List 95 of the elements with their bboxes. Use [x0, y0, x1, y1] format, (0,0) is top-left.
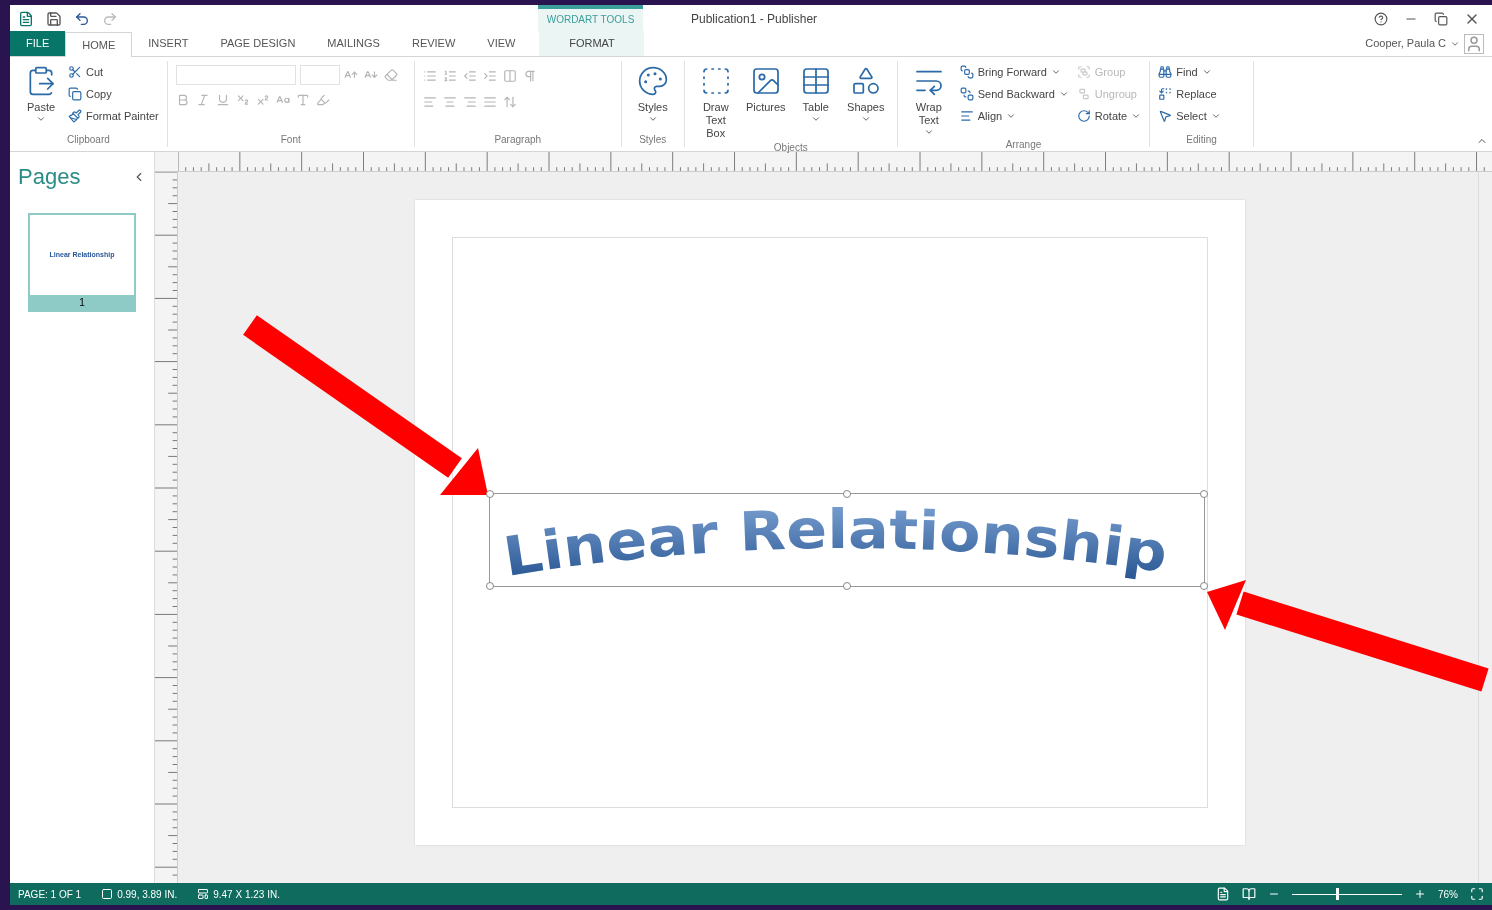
- ribbon-tab[interactable]: FILE: [10, 31, 66, 56]
- group-label: Paragraph: [493, 133, 543, 147]
- restore-icon[interactable]: [1434, 11, 1448, 26]
- ribbon-button[interactable]: Copy: [68, 83, 159, 105]
- ribbon-button[interactable]: Paste: [18, 61, 64, 127]
- slider-thumb[interactable]: [1336, 888, 1339, 900]
- pilcrow-icon[interactable]: [522, 69, 537, 83]
- group-label: Objects: [772, 141, 809, 155]
- italic-icon[interactable]: [195, 93, 210, 107]
- rotate-icon: [1076, 109, 1091, 123]
- ungroup-icon: [1076, 87, 1091, 101]
- align-icon: [959, 109, 974, 123]
- align-right-icon[interactable]: [462, 95, 477, 109]
- scissors-icon: [68, 65, 82, 79]
- undo-icon[interactable]: [74, 10, 90, 27]
- ribbon-tab[interactable]: VIEW: [471, 31, 532, 56]
- group-label: Clipboard: [65, 133, 111, 147]
- page-number: 1: [30, 295, 134, 310]
- font-size-field[interactable]: [299, 65, 340, 85]
- subscript-icon[interactable]: [235, 93, 250, 107]
- avatar-icon[interactable]: [1464, 33, 1484, 54]
- position-readout: 0.99, 3.89 IN.: [117, 887, 178, 902]
- resize-handle[interactable]: [486, 582, 494, 590]
- size-readout: 9.47 X 1.23 IN.: [213, 887, 280, 902]
- ribbon-button[interactable]: Rotate: [1076, 105, 1142, 127]
- page-indicator: PAGE: 1 OF 1: [18, 887, 82, 902]
- ribbon-tab[interactable]: REVIEW: [395, 31, 472, 56]
- ribbon-button[interactable]: Cut: [68, 61, 159, 83]
- contextual-tab-group-label: WORDART TOOLS: [538, 5, 643, 32]
- ribbon-button[interactable]: Send Backward: [959, 83, 1069, 105]
- ribbon-button[interactable]: Find: [1158, 61, 1221, 83]
- save-icon[interactable]: [46, 10, 62, 27]
- ribbon-button[interactable]: Pictures: [742, 61, 789, 140]
- font-name-field[interactable]: [175, 65, 296, 85]
- ribbon-button[interactable]: Select: [1158, 105, 1221, 127]
- replace-icon: [1158, 87, 1173, 101]
- superscript-icon[interactable]: [255, 93, 270, 107]
- palette-icon: [636, 65, 669, 97]
- bullets-icon[interactable]: [422, 69, 437, 83]
- ribbon-tab[interactable]: MAILINGS: [311, 31, 396, 56]
- character-spacing-icon[interactable]: [295, 93, 310, 107]
- align-center-icon[interactable]: [442, 95, 457, 109]
- pointer-icon: [1158, 109, 1173, 123]
- ribbon-tab[interactable]: FORMAT: [539, 31, 645, 56]
- send-backward-icon: [959, 87, 974, 101]
- line-spacing-icon[interactable]: [502, 95, 517, 109]
- binoculars-icon: [1158, 65, 1173, 79]
- group-label: Arrange: [1004, 138, 1043, 152]
- paintbrush-icon: [68, 109, 82, 123]
- font-color-icon[interactable]: [315, 93, 330, 107]
- ribbon-button[interactable]: Table: [792, 61, 839, 140]
- group-label: Editing: [1185, 133, 1218, 147]
- ribbon-button[interactable]: Replace: [1158, 83, 1221, 105]
- ribbon-tab[interactable]: PAGE DESIGN: [204, 31, 312, 56]
- panel-title: Pages: [18, 163, 81, 191]
- resize-handle[interactable]: [843, 490, 851, 498]
- vertical-scrollbar[interactable]: [1478, 172, 1492, 883]
- app-icon[interactable]: [18, 10, 34, 27]
- bring-forward-icon: [959, 65, 974, 79]
- single-page-view-icon[interactable]: [1216, 887, 1230, 901]
- resize-handle[interactable]: [843, 582, 851, 590]
- position-icon: [101, 888, 114, 900]
- ribbon-button[interactable]: Styles: [629, 61, 676, 124]
- columns-icon[interactable]: [502, 69, 517, 83]
- zoom-level: 76%: [1438, 887, 1458, 902]
- ribbon-button[interactable]: Wrap Text: [905, 61, 952, 137]
- outdent-icon[interactable]: [462, 69, 477, 83]
- underline-icon[interactable]: [215, 93, 230, 107]
- two-page-view-icon[interactable]: [1242, 887, 1256, 901]
- resize-handle[interactable]: [1200, 582, 1208, 590]
- align-left-icon[interactable]: [422, 95, 437, 109]
- group-label: Styles: [638, 133, 668, 147]
- ribbon-tab[interactable]: INSERT: [132, 31, 205, 56]
- group-icon: [1076, 65, 1091, 79]
- ribbon-button[interactable]: Shapes: [842, 61, 889, 140]
- window-title: Publication1 - Publisher: [691, 10, 818, 28]
- group-label: Font: [279, 133, 302, 147]
- redo-icon[interactable]: [102, 10, 118, 27]
- size-icon: [197, 888, 210, 900]
- ribbon-tab[interactable]: HOME: [65, 32, 133, 57]
- user-name[interactable]: Cooper, Paula C: [1365, 35, 1446, 52]
- zoom-in-icon[interactable]: [1414, 888, 1426, 900]
- indent-icon[interactable]: [482, 69, 497, 83]
- justify-icon[interactable]: [482, 95, 497, 109]
- ribbon-button[interactable]: Align: [959, 105, 1069, 127]
- zoom-slider[interactable]: [1292, 888, 1402, 900]
- clear-format-icon[interactable]: [383, 68, 398, 82]
- resize-handle[interactable]: [1200, 490, 1208, 498]
- ribbon-button[interactable]: Format Painter: [68, 105, 159, 127]
- help-icon[interactable]: [1374, 11, 1388, 26]
- ribbon-button[interactable]: Draw Text Box: [692, 61, 739, 140]
- fit-page-icon[interactable]: [1470, 887, 1484, 901]
- ribbon-button[interactable]: Bring Forward: [959, 61, 1069, 83]
- copy-icon: [68, 87, 82, 101]
- numbering-icon[interactable]: [442, 69, 457, 83]
